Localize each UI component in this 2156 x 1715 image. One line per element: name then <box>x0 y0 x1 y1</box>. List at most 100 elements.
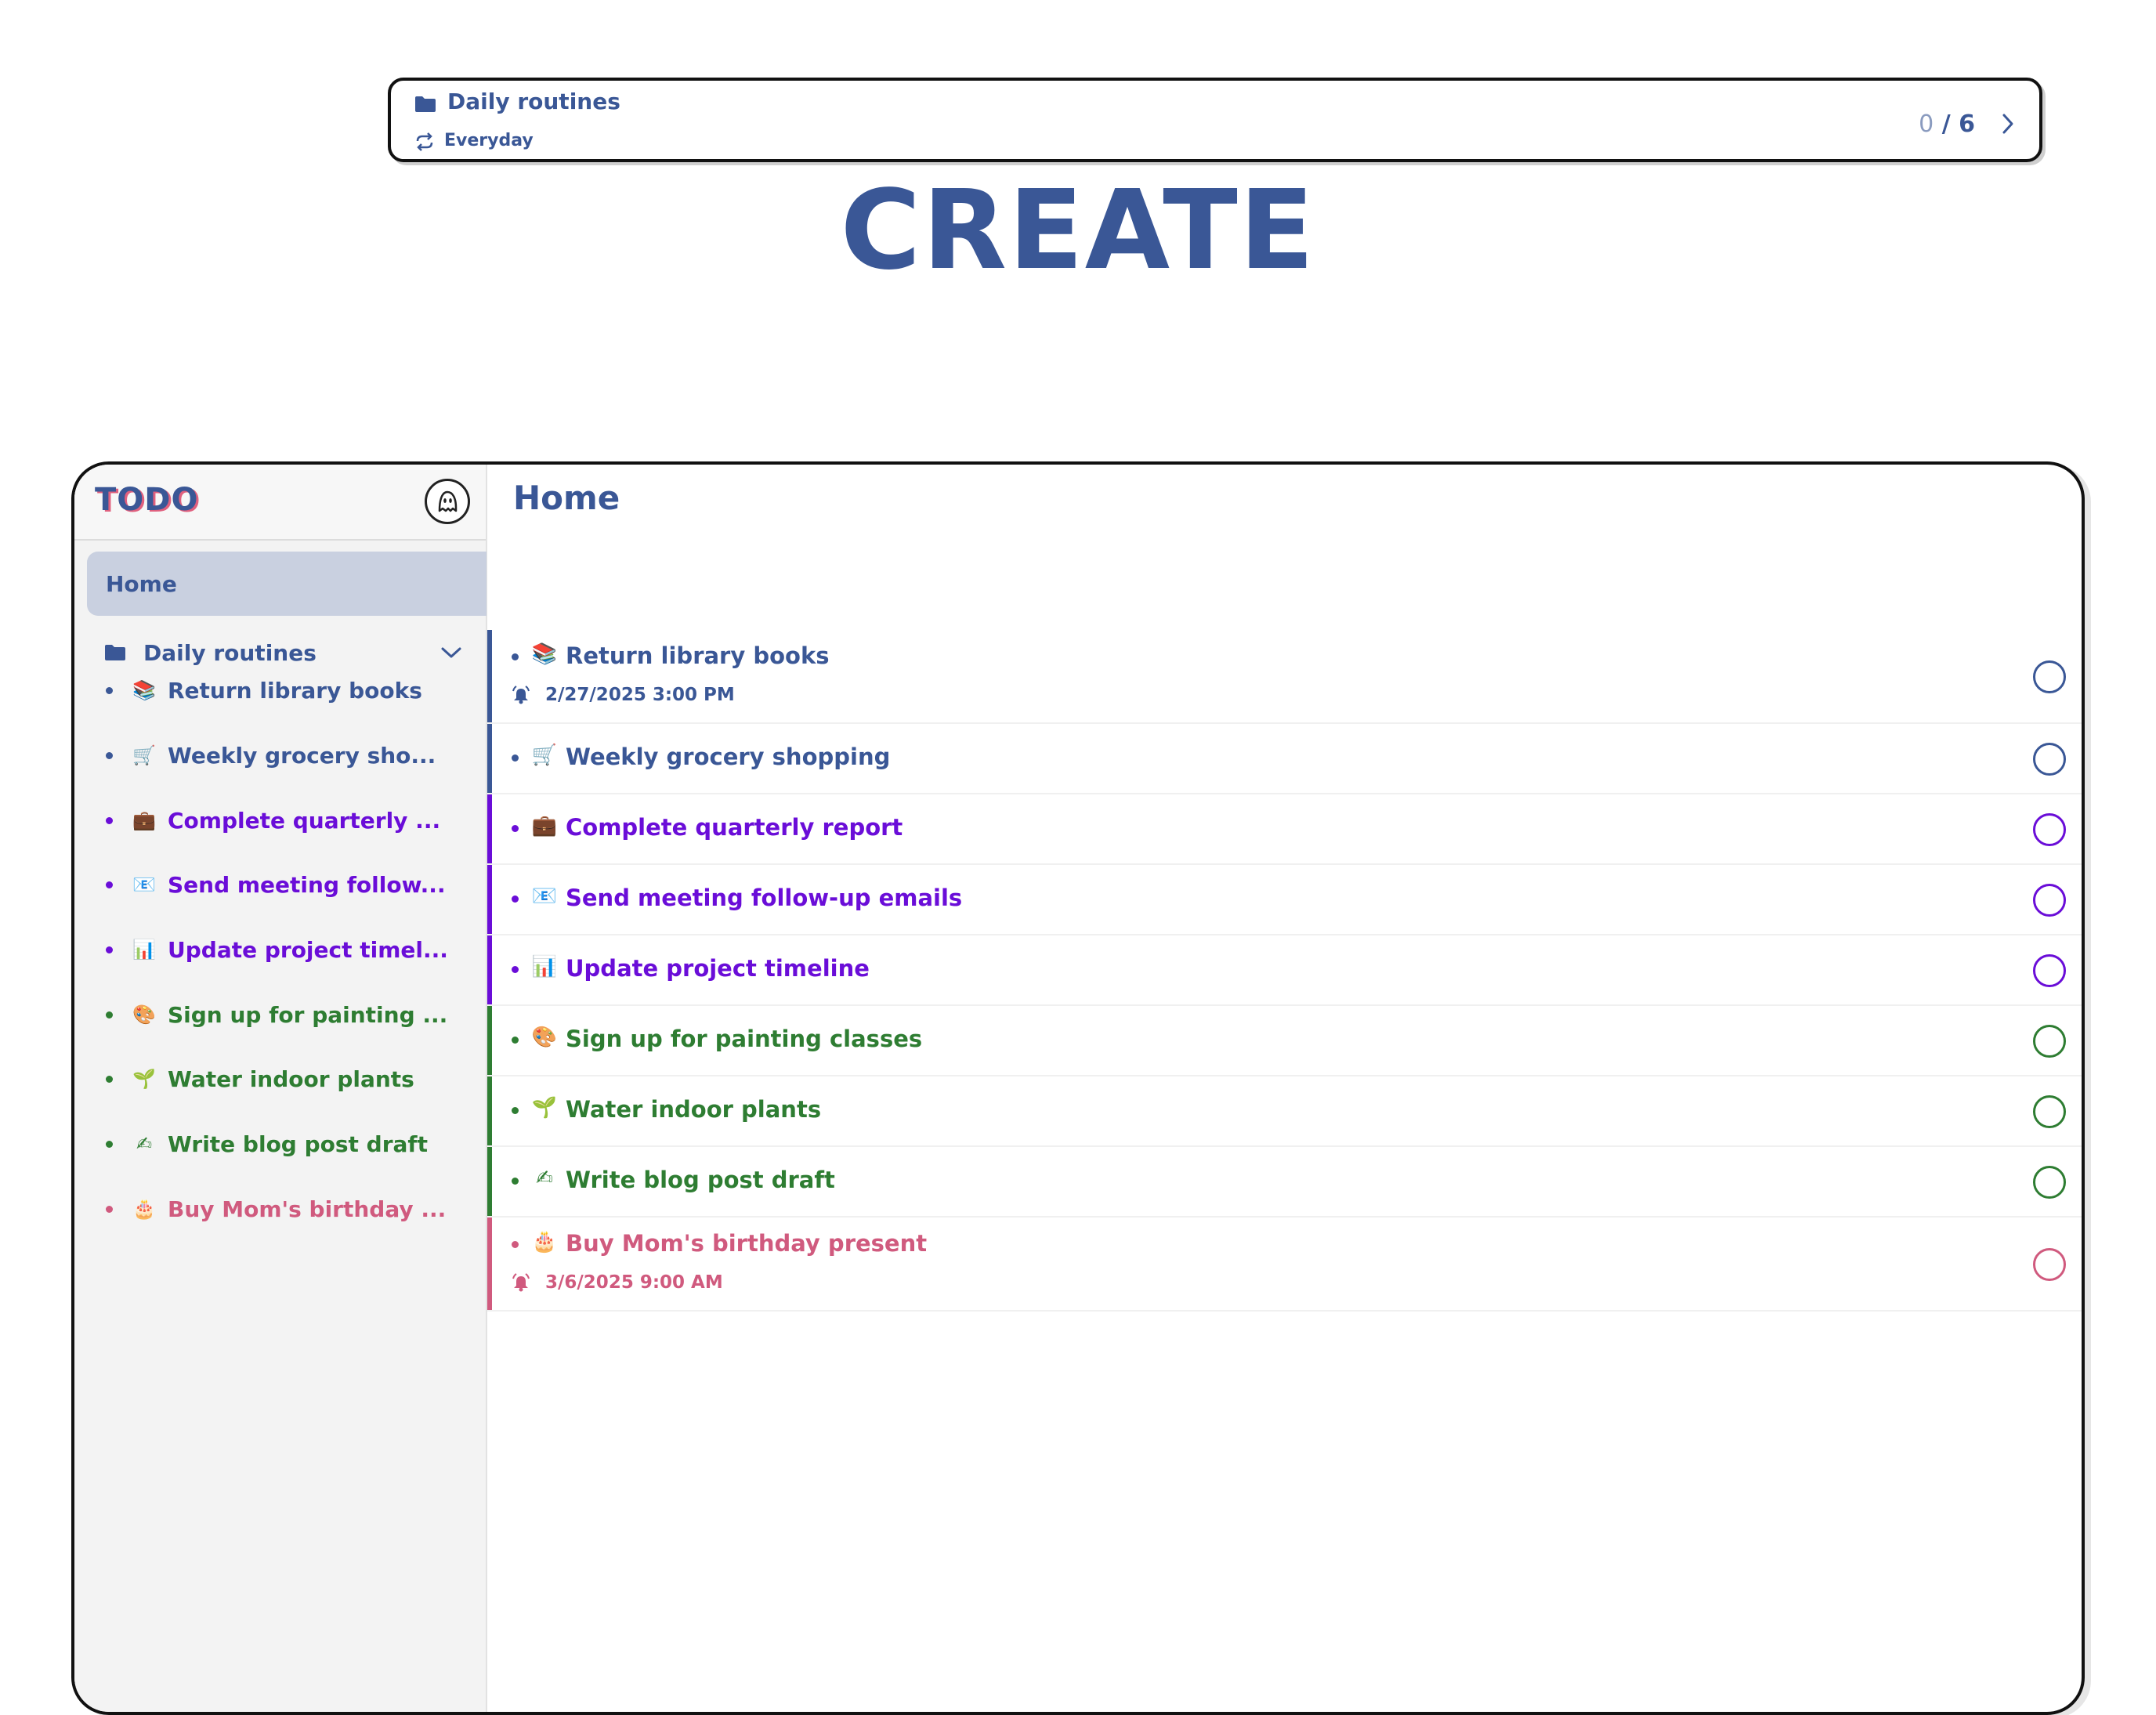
task-emoji-icon: 🎨 <box>531 1026 558 1049</box>
sidebar-task-label: Buy Mom's birthday ... <box>168 1196 447 1222</box>
task-emoji-icon: ✍ <box>136 1133 153 1155</box>
task-complete-checkbox[interactable] <box>2033 660 2066 693</box>
bullet-dot <box>106 816 113 824</box>
sidebar-task-item[interactable]: 💼 Complete quarterly ... <box>74 793 487 848</box>
task-emoji-icon: 🛒 <box>531 744 558 767</box>
task-emoji-icon: 🎂 <box>531 1230 558 1254</box>
bullet-dot <box>512 966 519 973</box>
task-emoji-icon: 💼 <box>531 814 558 838</box>
task-emoji-icon: 💼 <box>132 809 156 831</box>
group-card-daily-routines[interactable]: Daily routines Everyday 0 / 6 <box>388 78 2042 162</box>
bullet-dot <box>106 1140 113 1148</box>
sidebar-task-item[interactable]: 📊 Update project timel... <box>74 922 487 977</box>
sidebar-task-label: Send meeting follow... <box>168 871 446 898</box>
bullet-dot <box>106 946 113 953</box>
sidebar-task-label: Complete quarterly ... <box>168 807 441 834</box>
group-total-count: / 6 <box>1941 110 1975 138</box>
sidebar-task-item[interactable]: ✍ Write blog post draft <box>74 1116 487 1171</box>
task-complete-checkbox[interactable] <box>2033 813 2066 846</box>
bullet-dot <box>106 1011 113 1019</box>
task-color-bar <box>487 935 492 1004</box>
task-emoji-icon: ✍ <box>536 1167 553 1190</box>
sidebar-task-item[interactable]: 🛒 Weekly grocery sho... <box>74 728 487 783</box>
sidebar-task-label: Water indoor plants <box>168 1066 414 1092</box>
bullet-dot <box>106 686 113 694</box>
task-title: Water indoor plants <box>566 1096 822 1123</box>
task-row[interactable]: 📊 Update project timeline <box>487 935 2082 1006</box>
chevron-down-icon[interactable] <box>440 646 462 660</box>
task-emoji-icon: 🎂 <box>132 1198 156 1220</box>
repeat-icon <box>416 132 433 151</box>
task-emoji-icon: 🌱 <box>531 1096 558 1120</box>
task-title: Complete quarterly report <box>566 814 903 841</box>
task-emoji-icon: 🌱 <box>132 1068 156 1090</box>
task-title: Buy Mom's birthday present <box>566 1230 928 1257</box>
group-progress-count: 0 / 6 <box>1919 110 1975 138</box>
task-reminder-date: 3/6/2025 9:00 AM <box>545 1272 723 1293</box>
task-title: Write blog post draft <box>566 1167 835 1193</box>
task-color-bar <box>487 1218 492 1310</box>
bullet-dot <box>512 754 519 762</box>
task-color-bar <box>487 1076 492 1145</box>
task-emoji-icon: 🛒 <box>132 744 156 766</box>
task-emoji-icon: 🎨 <box>132 1004 156 1026</box>
sidebar-task-item[interactable]: 📧 Send meeting follow... <box>74 857 487 912</box>
sidebar-task-label: Update project timel... <box>168 936 448 963</box>
bullet-dot <box>512 1178 519 1185</box>
task-color-bar <box>487 1006 492 1075</box>
sidebar-task-label: Write blog post draft <box>168 1131 428 1157</box>
group-title: Daily routines <box>447 89 620 114</box>
task-complete-checkbox[interactable] <box>2033 1025 2066 1058</box>
bullet-dot <box>106 751 113 759</box>
task-complete-checkbox[interactable] <box>2033 1248 2066 1281</box>
sidebar-header: TODO <box>74 465 486 541</box>
sidebar: TODO Home Daily routines 📚 Return library… <box>74 465 487 1712</box>
user-avatar[interactable] <box>425 479 470 524</box>
task-row[interactable]: 🎂 Buy Mom's birthday present 3/6/2025 9:00… <box>487 1218 2082 1312</box>
task-complete-checkbox[interactable] <box>2033 743 2066 776</box>
task-row[interactable]: 🛒 Weekly grocery shopping <box>487 724 2082 794</box>
task-title: Weekly grocery shopping <box>566 744 891 770</box>
task-color-bar <box>487 630 492 722</box>
task-color-bar <box>487 794 492 863</box>
bullet-dot <box>512 1037 519 1044</box>
task-row[interactable]: ✍ Write blog post draft <box>487 1147 2082 1218</box>
task-title: Send meeting follow-up emails <box>566 885 963 911</box>
chevron-right-icon[interactable] <box>2000 112 2016 136</box>
app-window: TODO Home Daily routines 📚 Return library… <box>71 461 2085 1715</box>
task-complete-checkbox[interactable] <box>2033 1166 2066 1199</box>
bullet-dot <box>512 895 519 903</box>
sidebar-task-label: Weekly grocery sho... <box>168 742 436 769</box>
task-row[interactable]: 💼 Complete quarterly report <box>487 794 2082 865</box>
bullet-dot <box>106 1075 113 1083</box>
task-complete-checkbox[interactable] <box>2033 954 2066 987</box>
ghost-avatar-icon <box>438 490 458 512</box>
page-title: Home <box>513 479 620 517</box>
bullet-dot <box>512 1107 519 1114</box>
task-row[interactable]: 📚 Return library books 2/27/2025 3:00 PM <box>487 630 2082 724</box>
sidebar-task-item[interactable]: 📚 Return library books <box>74 663 487 718</box>
bullet-dot <box>512 1241 519 1248</box>
sidebar-folder-label: Daily routines <box>143 639 317 666</box>
sidebar-task-item[interactable]: 🎨 Sign up for painting ... <box>74 987 487 1042</box>
alarm-icon <box>511 1272 531 1296</box>
folder-icon <box>415 96 436 112</box>
task-row[interactable]: 📧 Send meeting follow-up emails <box>487 865 2082 935</box>
task-title: Return library books <box>566 642 830 669</box>
task-emoji-icon: 📊 <box>531 955 558 979</box>
task-emoji-icon: 📚 <box>132 679 156 701</box>
task-row[interactable]: 🌱 Water indoor plants <box>487 1076 2082 1147</box>
bullet-dot <box>512 825 519 832</box>
task-complete-checkbox[interactable] <box>2033 884 2066 917</box>
task-row[interactable]: 🎨 Sign up for painting classes <box>487 1006 2082 1076</box>
bullet-dot <box>512 653 519 660</box>
task-reminder-date: 2/27/2025 3:00 PM <box>545 685 735 705</box>
sidebar-task-item[interactable]: 🌱 Water indoor plants <box>74 1051 487 1106</box>
task-emoji-icon: 📊 <box>132 939 156 961</box>
task-title: Update project timeline <box>566 955 870 982</box>
folder-icon <box>105 645 125 660</box>
task-emoji-icon: 📧 <box>132 874 156 895</box>
sidebar-item-home[interactable]: Home <box>87 552 487 616</box>
sidebar-task-item[interactable]: 🎂 Buy Mom's birthday ... <box>74 1181 487 1236</box>
task-complete-checkbox[interactable] <box>2033 1095 2066 1128</box>
